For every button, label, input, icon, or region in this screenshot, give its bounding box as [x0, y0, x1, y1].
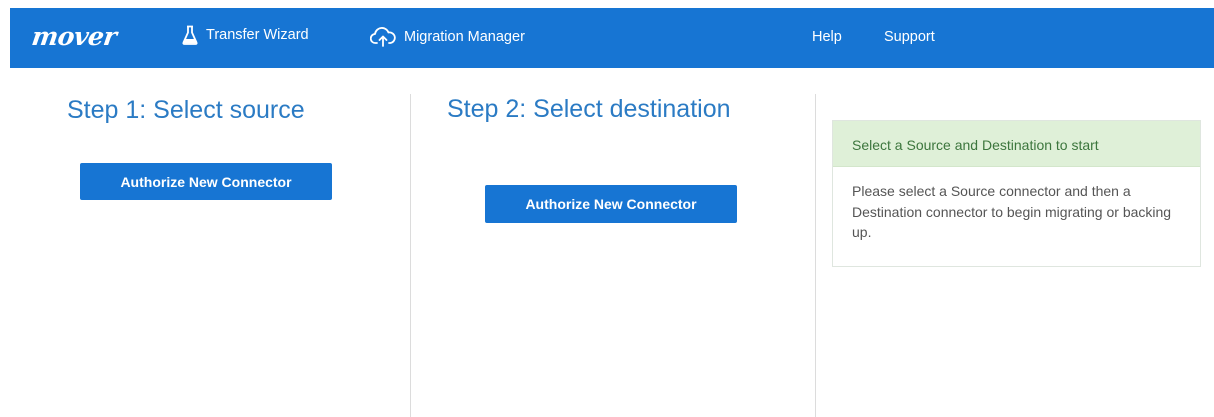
nav-transfer-wizard-label: Transfer Wizard	[206, 27, 309, 43]
step-1-title: Step 1: Select source	[67, 96, 305, 124]
nav-transfer-wizard[interactable]: Transfer Wizard	[182, 25, 309, 45]
step-2-title: Step 2: Select destination	[447, 95, 731, 123]
nav-support-link[interactable]: Support	[884, 29, 935, 45]
nav-migration-manager[interactable]: Migration Manager	[370, 27, 525, 47]
top-navbar: mover Transfer Wizard Migration Manager …	[10, 8, 1214, 68]
nav-migration-manager-label: Migration Manager	[404, 29, 525, 45]
panel-heading: Select a Source and Destination to start	[833, 121, 1200, 167]
authorize-source-connector-button[interactable]: Authorize New Connector	[80, 163, 332, 200]
authorize-destination-connector-button[interactable]: Authorize New Connector	[485, 185, 737, 223]
mover-logo[interactable]: mover	[30, 22, 118, 51]
flask-icon	[182, 25, 198, 45]
panel-body-text: Please select a Source connector and the…	[852, 183, 1172, 240]
column-divider	[410, 94, 411, 417]
nav-help-link[interactable]: Help	[812, 29, 842, 45]
column-divider	[815, 94, 816, 417]
start-info-panel: Select a Source and Destination to start…	[832, 120, 1201, 267]
cloud-upload-icon	[370, 27, 396, 47]
